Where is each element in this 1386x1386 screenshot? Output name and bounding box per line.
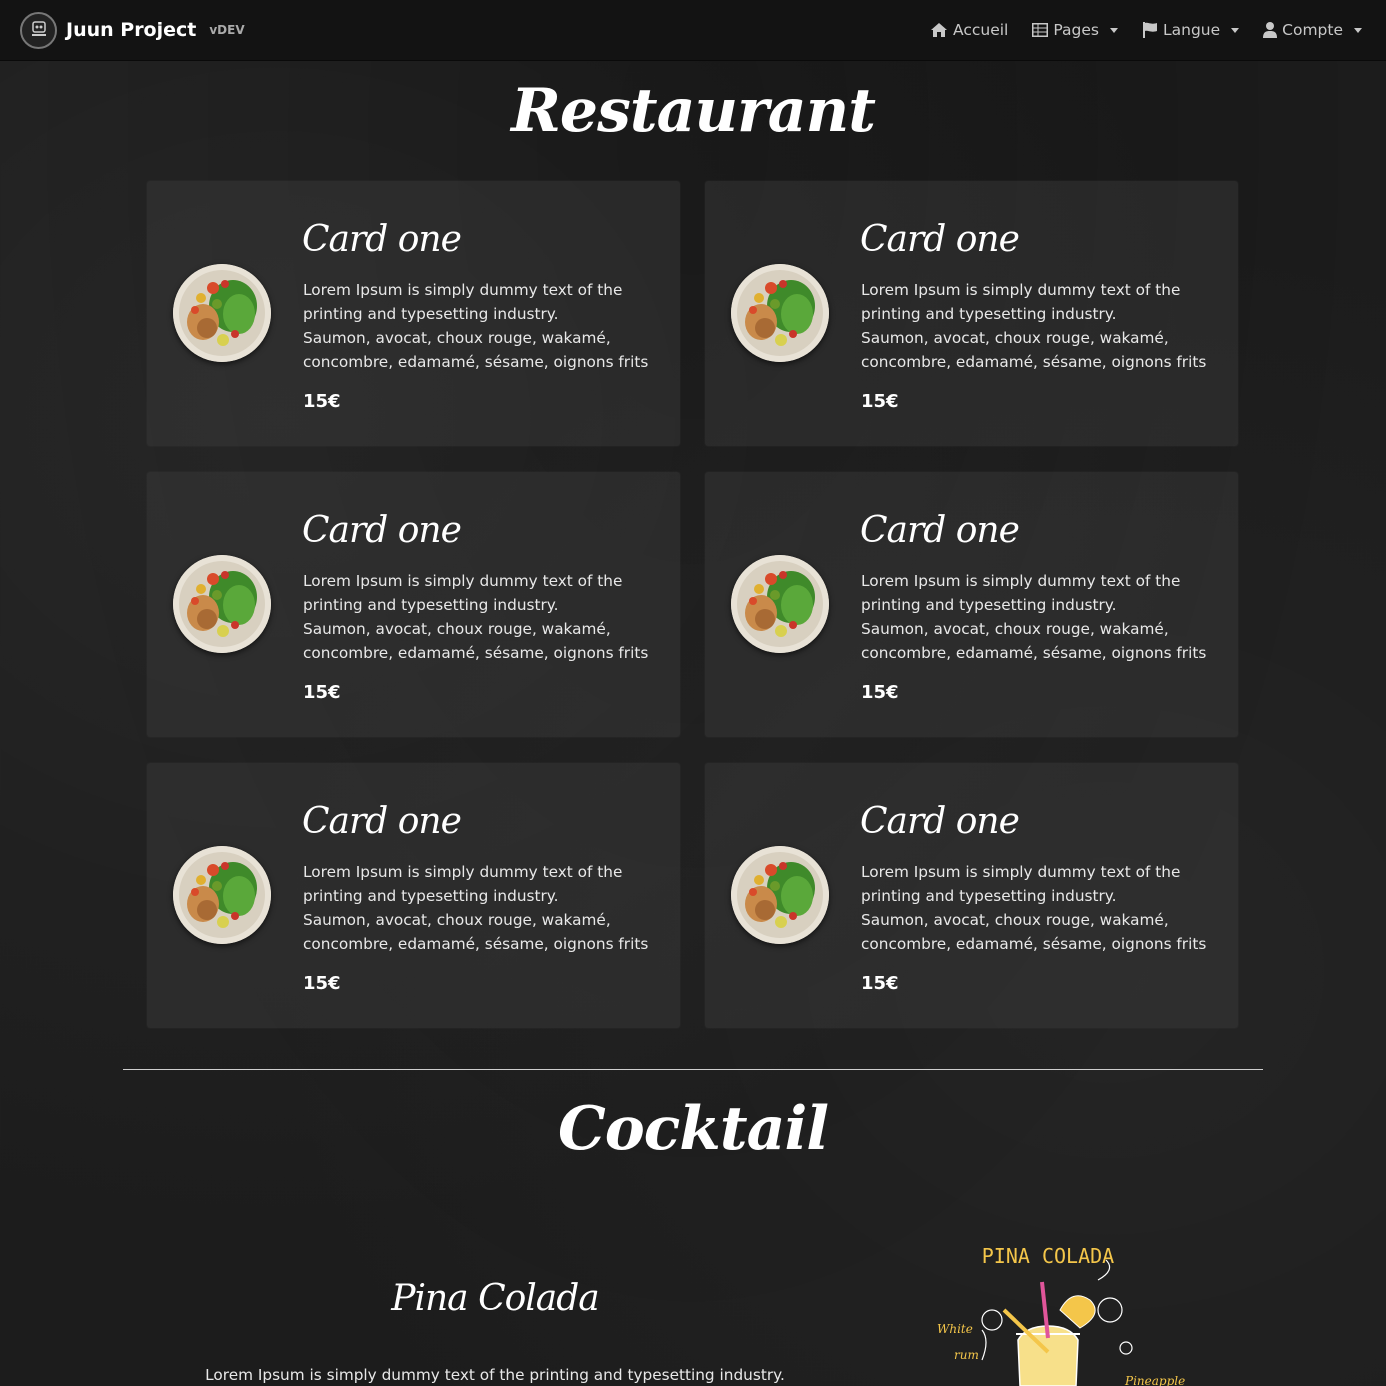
card-ingredients: Saumon, avocat, choux rouge, wakamé, con…	[861, 620, 1207, 662]
card-title: Card one	[302, 219, 462, 260]
nav-item-label: Accueil	[953, 21, 1009, 39]
card-description: Lorem Ipsum is simply dummy text of the …	[861, 860, 1231, 956]
flag-icon	[1142, 22, 1157, 38]
menu-card[interactable]: Card one Lorem Ipsum is simply dummy tex…	[705, 472, 1238, 737]
section-divider	[123, 1069, 1263, 1070]
table-icon	[1032, 23, 1049, 37]
nav-menu: Accueil Pages Langue Compte	[930, 21, 1362, 39]
menu-card[interactable]: Card one Lorem Ipsum is simply dummy tex…	[705, 763, 1238, 1028]
card-description-line: Lorem Ipsum is simply dummy text of the …	[861, 572, 1181, 614]
card-description-line: Lorem Ipsum is simply dummy text of the …	[861, 863, 1181, 905]
cocktail-glass-icon	[981, 1259, 1133, 1386]
nav-item-accueil[interactable]: Accueil	[930, 21, 1008, 39]
menu-card[interactable]: Card one Lorem Ipsum is simply dummy tex…	[147, 472, 680, 737]
card-price: 15€	[861, 973, 899, 994]
nav-item-pages[interactable]: Pages	[1032, 21, 1118, 39]
card-price: 15€	[303, 682, 341, 703]
dish-image	[173, 555, 271, 653]
cocktail-illustration: PINA COLADA White rum Pineapple	[930, 1240, 1185, 1386]
card-ingredients: Saumon, avocat, choux rouge, wakamé, con…	[861, 329, 1207, 371]
cocktail-name: Pina Colada	[391, 1278, 600, 1319]
card-title: Card one	[860, 219, 1020, 260]
card-description: Lorem Ipsum is simply dummy text of the …	[303, 860, 673, 956]
card-ingredients: Saumon, avocat, choux rouge, wakamé, con…	[303, 620, 649, 662]
nav-item-label: Compte	[1282, 21, 1343, 39]
brand-version: vDEV	[209, 23, 245, 37]
card-price: 15€	[303, 973, 341, 994]
section-title-restaurant: Restaurant	[511, 76, 876, 146]
card-description-line: Lorem Ipsum is simply dummy text of the …	[303, 572, 623, 614]
cocktail-description: Lorem Ipsum is simply dummy text of the …	[205, 1366, 785, 1384]
nav-item-label: Pages	[1053, 21, 1099, 39]
brand-logo-icon	[20, 11, 57, 49]
chevron-down-icon	[1109, 27, 1118, 33]
brand[interactable]: Juun Project vDEV	[20, 11, 245, 49]
home-icon	[931, 23, 948, 37]
card-description: Lorem Ipsum is simply dummy text of the …	[303, 278, 673, 374]
card-description-line: Lorem Ipsum is simply dummy text of the …	[861, 281, 1181, 323]
nav-item-compte[interactable]: Compte	[1263, 21, 1362, 39]
card-title: Card one	[860, 510, 1020, 551]
dish-image	[731, 555, 829, 653]
menu-card[interactable]: Card one Lorem Ipsum is simply dummy tex…	[147, 181, 680, 446]
card-title: Card one	[860, 801, 1020, 842]
navbar: Juun Project vDEV Accueil Pages Langue C…	[0, 0, 1386, 61]
nav-item-langue[interactable]: Langue	[1142, 21, 1240, 39]
brand-name: Juun Project	[66, 19, 197, 41]
card-ingredients: Saumon, avocat, choux rouge, wakamé, con…	[303, 911, 649, 953]
card-description-line: Lorem Ipsum is simply dummy text of the …	[303, 281, 623, 323]
card-title: Card one	[302, 510, 462, 551]
card-price: 15€	[861, 391, 899, 412]
dish-image	[731, 846, 829, 944]
nav-item-label: Langue	[1162, 21, 1221, 39]
card-title: Card one	[302, 801, 462, 842]
chevron-down-icon	[1354, 27, 1362, 33]
card-ingredients: Saumon, avocat, choux rouge, wakamé, con…	[303, 329, 649, 371]
card-description: Lorem Ipsum is simply dummy text of the …	[303, 569, 673, 665]
dish-image	[173, 264, 271, 362]
dish-image	[731, 264, 829, 362]
card-ingredients: Saumon, avocat, choux rouge, wakamé, con…	[861, 911, 1207, 953]
chevron-down-icon	[1231, 27, 1240, 33]
card-description: Lorem Ipsum is simply dummy text of the …	[861, 569, 1231, 665]
card-description: Lorem Ipsum is simply dummy text of the …	[861, 278, 1231, 374]
card-price: 15€	[861, 682, 899, 703]
card-price: 15€	[303, 391, 341, 412]
dish-image	[173, 846, 271, 944]
card-description-line: Lorem Ipsum is simply dummy text of the …	[303, 863, 623, 905]
menu-card[interactable]: Card one Lorem Ipsum is simply dummy tex…	[147, 763, 680, 1028]
section-title-cocktail: Cocktail	[557, 1094, 829, 1164]
menu-card[interactable]: Card one Lorem Ipsum is simply dummy tex…	[705, 181, 1238, 446]
user-icon	[1263, 22, 1278, 38]
